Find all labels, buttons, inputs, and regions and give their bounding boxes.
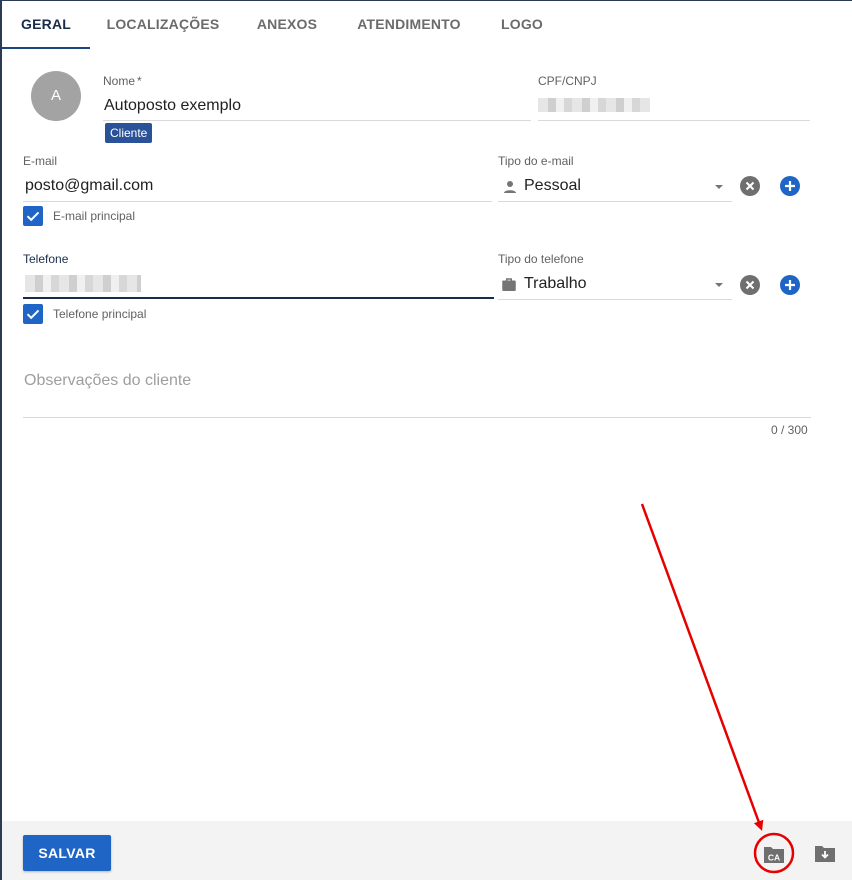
cliente-badge: Cliente	[105, 123, 153, 143]
nome-label: Nome *	[103, 74, 142, 88]
chevron-down-icon[interactable]	[715, 185, 723, 189]
avatar[interactable]: A	[31, 71, 81, 121]
tab-atendimento[interactable]: ATENDIMENTO	[347, 1, 471, 49]
telefone-field-redacted[interactable]	[25, 275, 141, 292]
briefcase-icon	[502, 278, 516, 291]
plus-icon	[785, 181, 795, 191]
remove-email-button[interactable]	[740, 176, 760, 196]
tipo-email-underline	[498, 201, 732, 202]
tab-logo[interactable]: LOGO	[490, 1, 554, 49]
telefone-principal-label: Telefone principal	[53, 307, 147, 321]
tipo-telefone-select[interactable]: Trabalho	[524, 275, 587, 293]
observacoes-counter: 0 / 300	[771, 423, 808, 437]
telefone-focus-underline	[23, 297, 494, 299]
email-underline	[23, 201, 492, 202]
cpf-label: CPF/CNPJ	[538, 74, 597, 88]
cpf-field-redacted[interactable]	[538, 98, 650, 112]
cpf-underline	[538, 120, 810, 121]
nome-field[interactable]: Autoposto exemplo	[104, 97, 241, 115]
chevron-down-icon[interactable]	[715, 283, 723, 287]
tab-bar: GERAL LOCALIZAÇÕES ANEXOS ATENDIMENTO LO…	[2, 1, 852, 49]
telefone-label: Telefone	[23, 252, 69, 266]
tipo-telefone-label: Tipo do telefone	[498, 252, 584, 266]
tab-localizacoes[interactable]: LOCALIZAÇÕES	[98, 1, 228, 49]
svg-text:CA: CA	[768, 853, 780, 863]
tipo-email-select[interactable]: Pessoal	[524, 177, 581, 195]
email-label: E-mail	[23, 154, 58, 168]
email-principal-label: E-mail principal	[53, 209, 136, 223]
folder-download-icon[interactable]	[814, 843, 836, 865]
add-email-button[interactable]	[780, 176, 800, 196]
remove-telefone-button[interactable]	[740, 275, 760, 295]
person-icon	[504, 181, 516, 193]
nome-underline	[103, 120, 531, 121]
close-icon	[745, 181, 755, 191]
plus-icon	[785, 280, 795, 290]
tab-anexos[interactable]: ANEXOS	[242, 1, 332, 49]
footer-bar: SALVAR CA	[2, 821, 852, 880]
ca-folder-icon[interactable]: CA	[763, 843, 785, 865]
close-icon	[745, 280, 755, 290]
telefone-principal-checkbox[interactable]	[23, 304, 43, 324]
email-principal-checkbox[interactable]	[23, 206, 43, 226]
tipo-telefone-underline	[498, 299, 732, 300]
email-field[interactable]: posto@gmail.com	[25, 177, 153, 195]
check-icon	[26, 309, 40, 320]
add-telefone-button[interactable]	[780, 275, 800, 295]
tab-geral[interactable]: GERAL	[2, 1, 90, 49]
observacoes-underline	[23, 417, 811, 418]
observacoes-textarea[interactable]: Observações do cliente	[24, 372, 191, 390]
tipo-email-label: Tipo do e-mail	[498, 154, 574, 168]
save-button[interactable]: SALVAR	[23, 835, 111, 871]
check-icon	[26, 211, 40, 222]
